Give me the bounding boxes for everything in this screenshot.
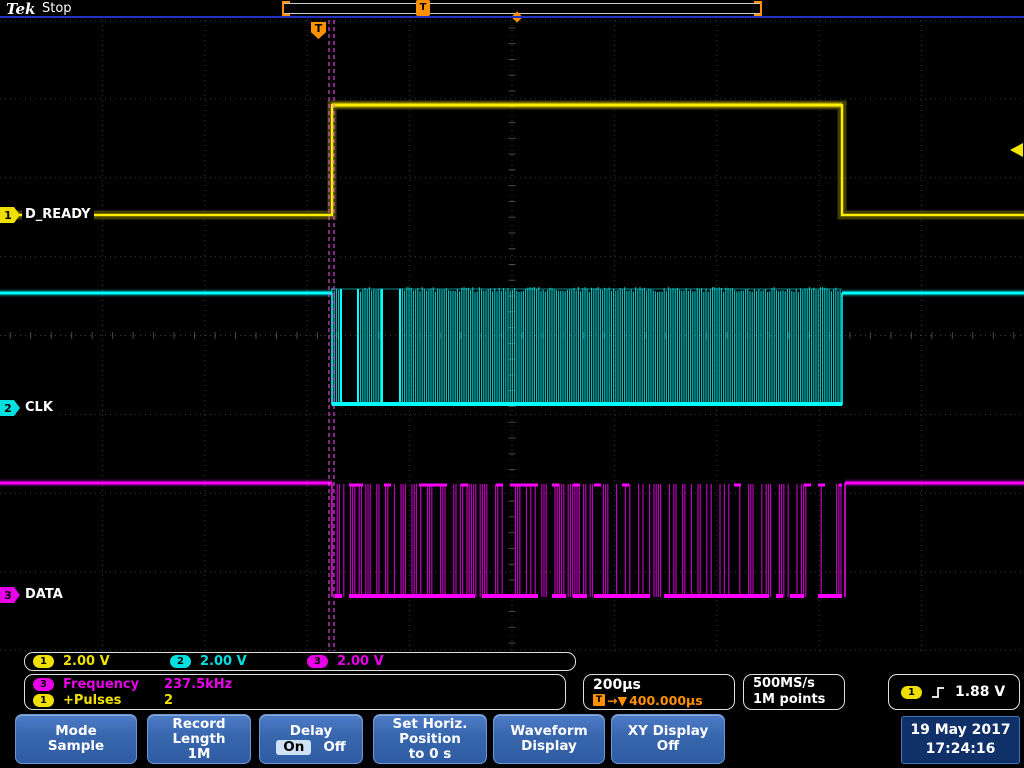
channel2-scale: 2 2.00 V <box>170 654 307 669</box>
xy-display-value: Off <box>657 739 679 754</box>
mode-label: Mode <box>55 724 97 739</box>
datetime-display: 19 May 2017 17:24:16 <box>901 716 1020 764</box>
channel3-scale-value: 2.00 V <box>337 654 384 669</box>
channel2-label: CLK <box>22 400 56 416</box>
delay-toggle: On Off <box>276 740 346 755</box>
channel-scale-readouts: 1 2.00 V 2 2.00 V 3 2.00 V <box>24 652 576 671</box>
sample-rate-value: 500MS/s <box>753 676 835 692</box>
menu-bar: Mode Sample Record Length 1M Delay On Of… <box>0 712 1024 768</box>
window-bracket-right-icon <box>754 1 762 16</box>
delay-value: 400.000µs <box>629 693 703 708</box>
measurement-readouts: 3 Frequency 237.5kHz 1 +Pulses 2 <box>24 674 566 710</box>
delay-arrow-icon: →▼ <box>607 693 627 708</box>
set-horiz-label-2: Position <box>399 732 461 747</box>
xy-display-button[interactable]: XY Display Off <box>611 714 725 764</box>
oscilloscope-screen: Tek Stop T T 1 D_READY 2 CLK 3 DATA 1 2.… <box>0 0 1024 768</box>
acquisition-preview-bar: T <box>283 3 761 14</box>
channel3-scale: 3 2.00 V <box>307 654 444 669</box>
set-horizontal-position-button[interactable]: Set Horiz. Position to 0 s <box>373 714 487 764</box>
acquisition-status: Stop <box>42 1 72 16</box>
delay-off-option[interactable]: Off <box>323 740 345 755</box>
waveform-graticule <box>0 20 1024 651</box>
waveform-display-label-1: Waveform <box>510 724 587 739</box>
mode-value: Sample <box>48 739 104 754</box>
channel1-scale-value: 2.00 V <box>63 654 110 669</box>
channel2-badge: 2 <box>170 655 191 668</box>
record-length-button[interactable]: Record Length 1M <box>147 714 251 764</box>
delay-button[interactable]: Delay On Off <box>259 714 363 764</box>
channel2-scale-value: 2.00 V <box>200 654 247 669</box>
window-bracket-left-icon <box>282 1 290 16</box>
trigger-flag-small-icon: T <box>593 694 605 706</box>
channel3-badge: 3 <box>307 655 328 668</box>
time-value: 17:24:16 <box>926 740 996 759</box>
waveform-display-button[interactable]: Waveform Display <box>493 714 605 764</box>
set-horiz-label-1: Set Horiz. <box>393 717 468 732</box>
xy-display-label: XY Display <box>628 724 709 739</box>
rising-edge-icon <box>931 685 946 700</box>
measurement-frequency: 3 Frequency 237.5kHz <box>33 677 557 692</box>
set-horiz-label-3: to 0 s <box>409 747 452 762</box>
measurement1-source-badge: 3 <box>33 678 54 691</box>
top-divider <box>0 16 1024 18</box>
channel1-badge: 1 <box>33 655 54 668</box>
delay-on-option[interactable]: On <box>276 740 311 755</box>
trigger-readout: 1 1.88 V <box>888 674 1020 710</box>
channel1-scale: 1 2.00 V <box>33 654 170 669</box>
measurement-pulses: 1 +Pulses 2 <box>33 693 557 708</box>
channel3-label: DATA <box>22 587 66 603</box>
record-length-label-2: Length <box>172 732 225 747</box>
measurement2-name: +Pulses <box>63 693 155 708</box>
mode-button[interactable]: Mode Sample <box>15 714 137 764</box>
record-length-value: 1M points <box>753 692 835 708</box>
trigger-level-value: 1.88 V <box>955 684 1005 700</box>
delay-label: Delay <box>290 724 332 739</box>
record-length-value: 1M <box>188 747 211 762</box>
delay-readout: T →▼ 400.000µs <box>593 693 725 708</box>
timebase-value: 200µs <box>593 677 725 693</box>
channel1-label: D_READY <box>22 207 94 223</box>
measurement1-name: Frequency <box>63 677 155 692</box>
waveform-display-label-2: Display <box>521 739 577 754</box>
trigger-position-icon: T <box>416 0 430 16</box>
measurement2-source-badge: 1 <box>33 694 54 707</box>
date-value: 19 May 2017 <box>910 721 1010 740</box>
horizontal-readout: 200µs T →▼ 400.000µs <box>583 674 735 710</box>
measurement2-value: 2 <box>164 693 173 708</box>
acquisition-readout: 500MS/s 1M points <box>743 674 845 710</box>
trigger-source-badge: 1 <box>901 686 922 699</box>
measurement1-value: 237.5kHz <box>164 677 232 692</box>
record-length-label-1: Record <box>172 717 225 732</box>
